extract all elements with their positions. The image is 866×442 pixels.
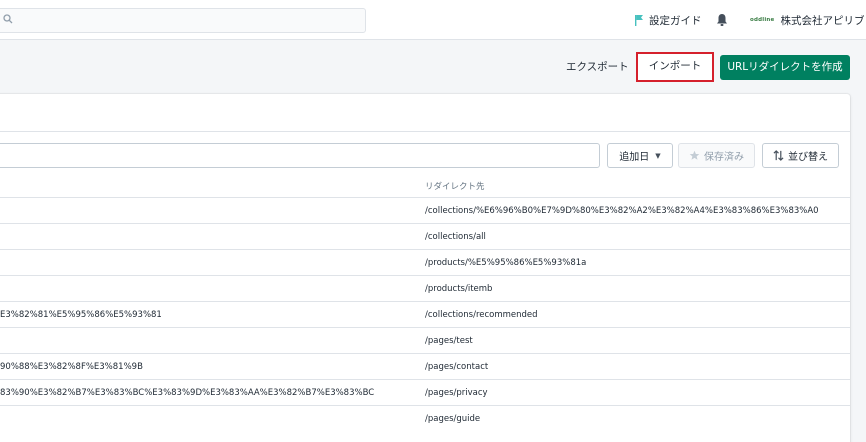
store-logo: oddline bbox=[750, 17, 775, 23]
caret-down-icon: ▼ bbox=[655, 151, 661, 160]
redirect-to-cell: /products/itemb bbox=[425, 284, 493, 294]
sort-by-date-label: 追加日 bbox=[619, 152, 650, 163]
bell-icon bbox=[717, 14, 727, 26]
redirect-to-cell: /pages/privacy bbox=[425, 388, 488, 398]
star-icon bbox=[689, 150, 700, 160]
table-row[interactable]: 90%88%E3%82%8F%E3%81%9B /pages/contact bbox=[0, 353, 850, 379]
table-row[interactable]: /pages/test bbox=[0, 327, 850, 353]
flag-icon bbox=[635, 15, 643, 26]
redirect-from-cell: 83%90%E3%82%B7%E3%83%BC%E3%83%9D%E3%83%A… bbox=[0, 388, 375, 398]
table-row[interactable]: E3%82%81%E5%95%86%E5%93%81 /collections/… bbox=[0, 301, 850, 327]
create-url-redirect-button[interactable]: URLリダイレクトを作成 bbox=[720, 55, 850, 80]
redirect-from-cell: 90%88%E3%82%8F%E3%81%9B bbox=[0, 362, 143, 372]
top-bar: 設定ガイド oddline 株式会社アピリブ bbox=[0, 0, 866, 40]
saved-button[interactable]: 保存済み bbox=[678, 143, 755, 168]
card-tabs-area bbox=[0, 94, 850, 132]
redirect-target-column-header: リダイレクト先 bbox=[425, 182, 485, 192]
notifications-button[interactable] bbox=[716, 12, 728, 31]
redirect-from-cell: E3%82%81%E5%95%86%E5%93%81 bbox=[0, 310, 162, 320]
search-input[interactable] bbox=[0, 8, 366, 33]
store-name: 株式会社アピリブ bbox=[780, 14, 865, 27]
redirect-to-cell: /collections/recommended bbox=[425, 310, 538, 320]
search-icon bbox=[3, 14, 13, 27]
table-row[interactable]: /products/%E5%95%86%E5%93%81a bbox=[0, 249, 850, 275]
table-row[interactable]: /collections/all bbox=[0, 223, 850, 249]
table-row[interactable]: /pages/guide bbox=[0, 405, 850, 431]
redirect-to-cell: /collections/all bbox=[425, 232, 486, 242]
redirect-to-cell: /pages/guide bbox=[425, 414, 481, 424]
table-row[interactable]: /products/itemb bbox=[0, 275, 850, 301]
saved-label: 保存済み bbox=[704, 152, 744, 163]
redirect-to-cell: /pages/contact bbox=[425, 362, 489, 372]
table-row[interactable]: /collections/%E6%96%B0%E7%9D%80%E3%82%A2… bbox=[0, 197, 850, 223]
setup-guide-link[interactable]: 設定ガイド bbox=[634, 12, 702, 28]
sort-by-date-button[interactable]: 追加日 ▼ bbox=[607, 143, 673, 168]
export-button[interactable]: エクスポート bbox=[566, 55, 629, 80]
store-menu[interactable]: oddline 株式会社アピリブ bbox=[750, 12, 864, 28]
filter-input[interactable] bbox=[0, 143, 600, 168]
setup-guide-label: 設定ガイド bbox=[649, 14, 702, 27]
table-row[interactable]: 83%90%E3%82%B7%E3%83%BC%E3%83%9D%E3%83%A… bbox=[0, 379, 850, 405]
import-button[interactable]: インポート bbox=[636, 52, 714, 82]
redirect-to-cell: /products/%E5%95%86%E5%93%81a bbox=[425, 258, 587, 268]
redirect-to-cell: /collections/%E6%96%B0%E7%9D%80%E3%82%A2… bbox=[425, 206, 819, 216]
redirect-to-cell: /pages/test bbox=[425, 336, 473, 346]
sort-arrows-icon bbox=[773, 150, 784, 161]
sort-order-label: 並び替え bbox=[788, 152, 828, 163]
sort-order-button[interactable]: 並び替え bbox=[762, 143, 839, 168]
redirects-table: /collections/%E6%96%B0%E7%9D%80%E3%82%A2… bbox=[0, 197, 850, 431]
